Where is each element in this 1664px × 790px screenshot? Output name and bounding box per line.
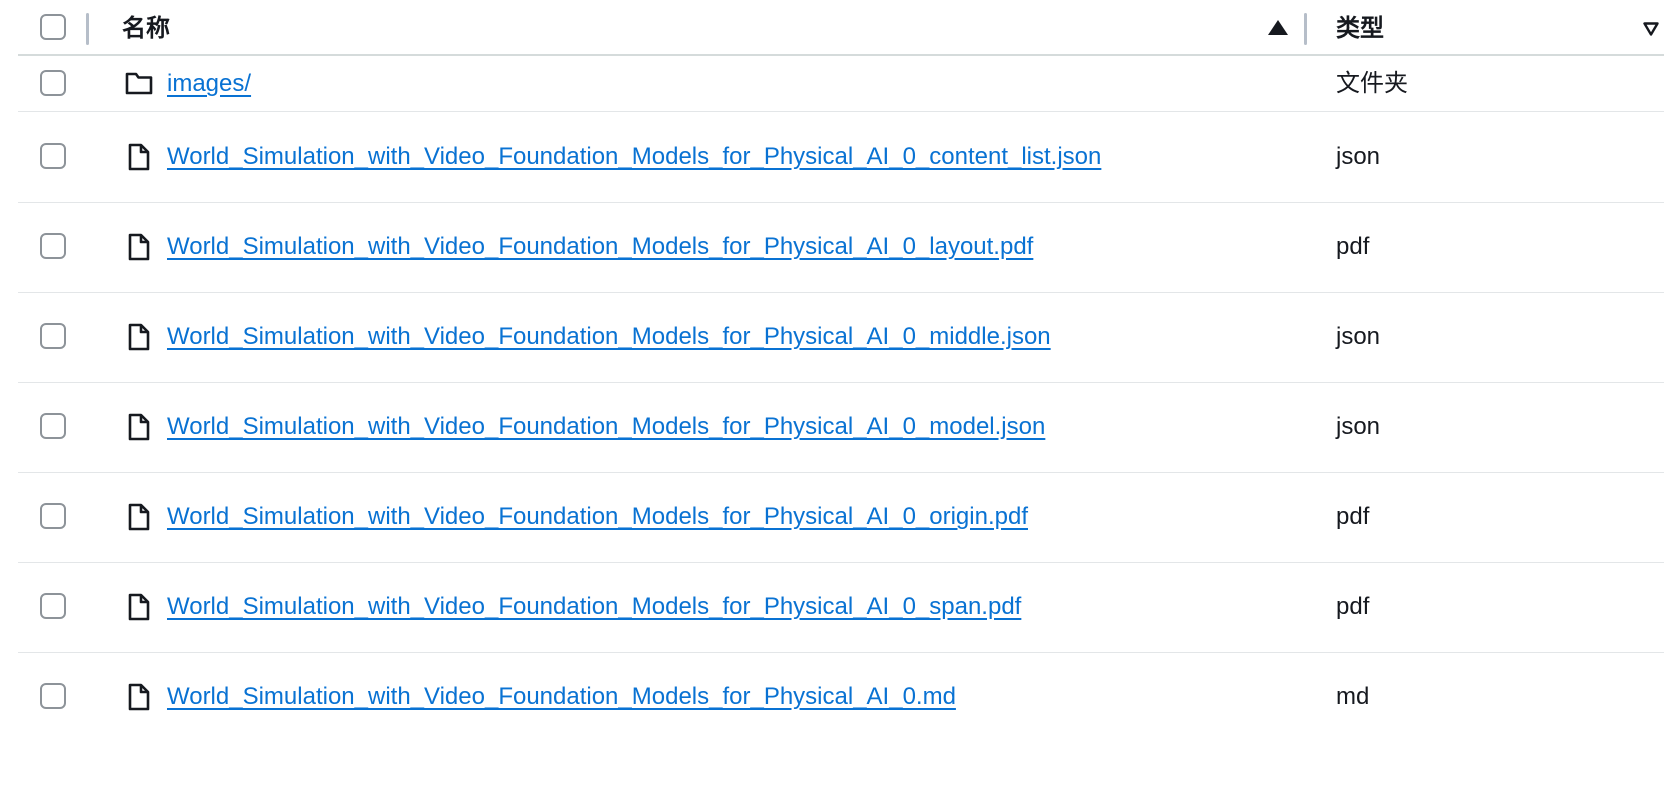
file-icon xyxy=(128,323,150,351)
file-link[interactable]: World_Simulation_with_Video_Foundation_M… xyxy=(167,142,1101,172)
sort-descending-icon[interactable] xyxy=(1643,22,1659,36)
file-link[interactable]: images/ xyxy=(167,69,251,99)
file-type: md xyxy=(1336,683,1370,710)
row-checkbox[interactable] xyxy=(40,593,66,619)
row-checkbox[interactable] xyxy=(40,503,66,529)
table-row: World_Simulation_with_Video_Foundation_M… xyxy=(18,653,1664,743)
column-resizer[interactable] xyxy=(1304,13,1307,45)
sort-ascending-icon[interactable] xyxy=(1268,20,1288,35)
row-checkbox[interactable] xyxy=(40,233,66,259)
table-row: World_Simulation_with_Video_Foundation_M… xyxy=(18,473,1664,563)
file-icon xyxy=(128,503,150,531)
file-icon xyxy=(128,593,150,621)
column-resizer[interactable] xyxy=(86,13,89,45)
file-icon xyxy=(128,683,150,711)
column-header-name[interactable]: 名称 xyxy=(122,14,170,44)
table-row: World_Simulation_with_Video_Foundation_M… xyxy=(18,112,1664,203)
row-checkbox[interactable] xyxy=(40,323,66,349)
file-type: 文件夹 xyxy=(1336,70,1408,97)
file-link[interactable]: World_Simulation_with_Video_Foundation_M… xyxy=(167,412,1045,442)
table-row: World_Simulation_with_Video_Foundation_M… xyxy=(18,563,1664,653)
table-row: images/ 文件夹 xyxy=(18,56,1664,112)
file-type: json xyxy=(1336,323,1381,350)
folder-icon xyxy=(125,72,153,95)
select-all-checkbox[interactable] xyxy=(40,14,66,40)
file-link[interactable]: World_Simulation_with_Video_Foundation_M… xyxy=(167,682,956,712)
file-link[interactable]: World_Simulation_with_Video_Foundation_M… xyxy=(167,232,1033,262)
file-link[interactable]: World_Simulation_with_Video_Foundation_M… xyxy=(167,592,1021,622)
row-checkbox[interactable] xyxy=(40,143,66,169)
file-type: json xyxy=(1336,143,1381,170)
table-row: World_Simulation_with_Video_Foundation_M… xyxy=(18,203,1664,293)
file-type: pdf xyxy=(1336,503,1370,530)
file-link[interactable]: World_Simulation_with_Video_Foundation_M… xyxy=(167,322,1051,352)
file-type: pdf xyxy=(1336,233,1370,260)
table-row: World_Simulation_with_Video_Foundation_M… xyxy=(18,293,1664,383)
file-type: pdf xyxy=(1336,593,1370,620)
table-row: World_Simulation_with_Video_Foundation_M… xyxy=(18,383,1664,473)
column-header-type[interactable]: 类型 xyxy=(1336,14,1384,44)
table-header: 名称 类型 xyxy=(18,0,1664,56)
row-checkbox[interactable] xyxy=(40,413,66,439)
file-table: 名称 类型 images/ 文件夹 World_Simulation_with_… xyxy=(0,0,1664,711)
file-icon xyxy=(128,143,150,171)
file-icon xyxy=(128,413,150,441)
file-icon xyxy=(128,233,150,261)
file-link[interactable]: World_Simulation_with_Video_Foundation_M… xyxy=(167,502,1028,532)
row-checkbox[interactable] xyxy=(40,70,66,96)
file-type: json xyxy=(1336,413,1381,440)
row-checkbox[interactable] xyxy=(40,683,66,709)
